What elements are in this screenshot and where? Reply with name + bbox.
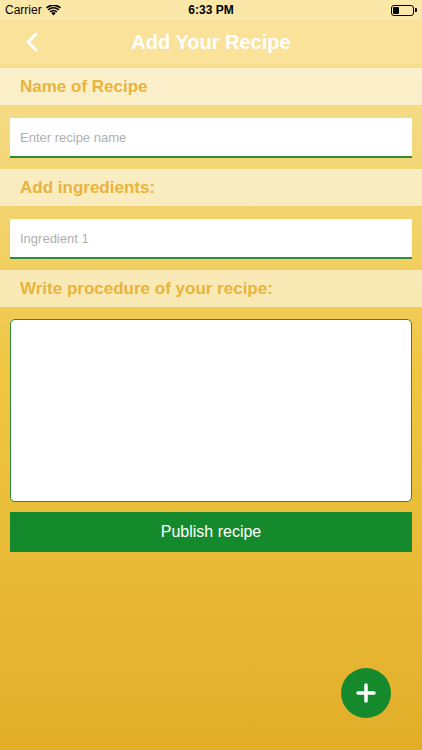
nav-title: Add Your Recipe	[131, 27, 290, 57]
carrier-label: Carrier	[5, 1, 42, 19]
chevron-left-icon	[25, 32, 39, 52]
publish-button[interactable]: Publish recipe	[10, 512, 412, 552]
procedure-textarea[interactable]	[10, 319, 412, 502]
form-section: Add ingredients:	[0, 169, 422, 259]
status-bar: Carrier 6:33 PM	[0, 0, 422, 20]
plus-icon	[356, 683, 376, 703]
form-section: Write procedure of your recipe:	[0, 270, 422, 502]
text-field[interactable]	[10, 219, 412, 259]
form: Name of Recipe Add ingredients: Write proc…	[0, 64, 422, 552]
section-header: Name of Recipe	[0, 68, 422, 105]
text-field[interactable]	[10, 118, 412, 158]
add-button[interactable]	[341, 668, 391, 718]
battery-icon	[391, 5, 417, 16]
time-label: 6:33 PM	[188, 1, 233, 19]
back-button[interactable]	[22, 32, 42, 52]
section-header: Write procedure of your recipe:	[0, 270, 422, 307]
wifi-icon	[46, 5, 61, 16]
section-header: Add ingredients:	[0, 169, 422, 206]
form-section: Name of Recipe	[0, 68, 422, 158]
nav-bar: Add Your Recipe	[0, 20, 422, 64]
app-screen: Carrier 6:33 PM Add Your Recipe Name of Rec…	[0, 0, 422, 750]
